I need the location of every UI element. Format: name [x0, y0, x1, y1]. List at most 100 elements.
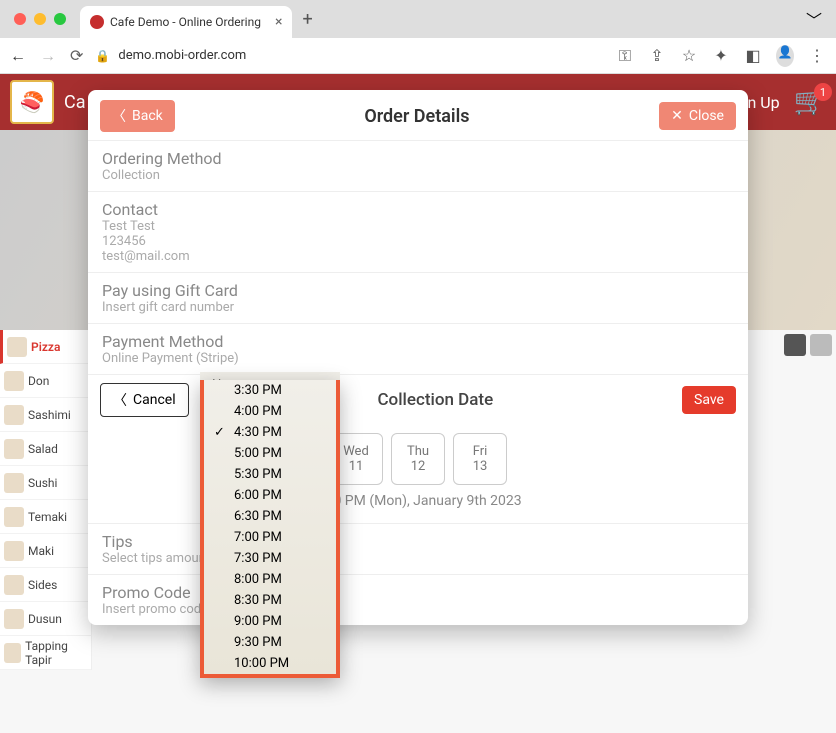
favicon-icon — [90, 15, 104, 29]
payment-method-value: Online Payment (Stripe) — [102, 351, 734, 366]
category-item[interactable]: Dusun — [0, 602, 91, 636]
category-icon — [4, 507, 24, 527]
category-icon — [4, 575, 24, 595]
header-label: Ca — [64, 92, 86, 113]
date-dow: Fri — [473, 444, 488, 459]
category-item[interactable]: Pizza — [0, 330, 91, 364]
date-dow: Thu — [407, 444, 429, 459]
window-close[interactable] — [14, 13, 26, 25]
bookmark-icon[interactable]: ☆ — [680, 46, 698, 65]
gift-card-label: Pay using Gift Card — [102, 281, 734, 300]
payment-method-label: Payment Method — [102, 332, 734, 351]
selected-datetime-display: 4:30 PM (Mon), January 9th 2023 — [88, 493, 748, 509]
category-item[interactable]: Sashimi — [0, 398, 91, 432]
category-item[interactable]: Maki — [0, 534, 91, 568]
view-list-icon[interactable] — [784, 334, 806, 356]
panel-icon[interactable]: ◧ — [744, 46, 762, 65]
close-button[interactable]: ✕ Close — [659, 102, 736, 130]
date-option[interactable]: Thu12 — [391, 433, 445, 485]
time-option[interactable]: 5:30 PM — [204, 464, 336, 485]
time-option[interactable]: 6:30 PM — [204, 506, 336, 527]
lock-icon: 🔒 — [95, 49, 110, 63]
url-field[interactable]: 🔒 demo.mobi-order.com — [95, 48, 604, 63]
time-option[interactable]: 10:00 PM — [204, 653, 336, 674]
category-icon — [4, 643, 21, 663]
tab-close-icon[interactable]: × — [275, 14, 282, 30]
nav-back-icon[interactable]: ← — [10, 46, 26, 66]
date-num: 12 — [411, 459, 426, 474]
ordering-method-label: Ordering Method — [102, 149, 734, 168]
category-icon — [4, 405, 24, 425]
category-item[interactable]: Temaki — [0, 500, 91, 534]
save-label: Save — [694, 392, 724, 408]
time-option[interactable]: 4:30 PM — [204, 422, 336, 443]
category-item[interactable]: Sushi — [0, 466, 91, 500]
new-tab-button[interactable]: + — [302, 9, 312, 30]
back-button[interactable]: 〈 Back — [100, 100, 175, 132]
gift-card-value: Insert gift card number — [102, 300, 734, 315]
date-num: 13 — [473, 459, 488, 474]
category-item[interactable]: Tapping Tapir — [0, 636, 91, 670]
category-icon — [4, 473, 24, 493]
browser-tab[interactable]: Cafe Demo - Online Ordering × — [80, 6, 292, 38]
chevron-left-icon: 〈 — [113, 390, 127, 410]
window-maximize[interactable] — [54, 13, 66, 25]
date-option[interactable]: Fri13 — [453, 433, 507, 485]
menu-icon[interactable]: ⋮ — [808, 46, 826, 65]
category-item[interactable]: Don — [0, 364, 91, 398]
cancel-button[interactable]: 〈 Cancel — [100, 383, 189, 417]
chevron-left-icon: 〈 — [112, 106, 126, 126]
time-option[interactable]: 8:00 PM — [204, 569, 336, 590]
extensions-icon[interactable]: ✦ — [712, 46, 730, 65]
category-label: Temaki — [28, 510, 67, 524]
brand-logo[interactable]: 🍣 — [10, 80, 54, 124]
time-option[interactable]: 8:30 PM — [204, 590, 336, 611]
close-label: Close — [689, 108, 724, 124]
promo-code-value: Insert promo code — [102, 602, 734, 617]
promo-code-label: Promo Code — [102, 583, 734, 602]
window-minimize[interactable] — [34, 13, 46, 25]
key-icon[interactable]: ⚿ — [616, 46, 634, 66]
tips-value: Select tips amount — [102, 551, 734, 566]
profile-avatar[interactable]: 👤 — [776, 45, 794, 67]
view-grid-icon[interactable] — [810, 334, 832, 356]
tab-title: Cafe Demo - Online Ordering — [110, 15, 261, 29]
back-label: Back — [132, 108, 163, 124]
nav-reload-icon[interactable]: ⟳ — [70, 46, 83, 66]
tips-label: Tips — [102, 532, 734, 551]
contact-label: Contact — [102, 200, 734, 219]
category-label: Pizza — [31, 340, 60, 354]
category-label: Sashimi — [28, 408, 71, 422]
save-button[interactable]: Save — [682, 386, 736, 414]
category-icon — [4, 439, 24, 459]
nav-forward-icon: → — [40, 46, 56, 66]
cart-icon[interactable]: 🛒 1 — [794, 87, 826, 117]
category-item[interactable]: Sides — [0, 568, 91, 602]
time-option[interactable]: 7:30 PM — [204, 548, 336, 569]
category-label: Sushi — [28, 476, 57, 490]
time-option[interactable]: 5:00 PM — [204, 443, 336, 464]
collection-date-heading: Collection Date — [377, 390, 493, 410]
date-dow: Wed — [343, 444, 369, 459]
time-option[interactable]: 9:00 PM — [204, 611, 336, 632]
time-option[interactable]: 7:00 PM — [204, 527, 336, 548]
cancel-label: Cancel — [133, 392, 176, 408]
contact-phone: 123456 — [102, 234, 734, 249]
url-text: demo.mobi-order.com — [118, 48, 246, 63]
time-option[interactable]: 4:00 PM — [204, 401, 336, 422]
share-icon[interactable]: ⇪ — [648, 46, 666, 65]
category-icon — [4, 541, 24, 561]
time-option[interactable]: 6:00 PM — [204, 485, 336, 506]
time-option[interactable]: 3:30 PM — [204, 380, 336, 401]
tab-overflow-icon[interactable]: ﹀ — [806, 7, 822, 31]
ordering-method-value: Collection — [102, 168, 734, 183]
category-label: Don — [28, 374, 49, 388]
time-option[interactable]: 9:30 PM — [204, 632, 336, 653]
cart-badge: 1 — [814, 83, 832, 101]
category-item[interactable]: Salad — [0, 432, 91, 466]
close-icon: ✕ — [671, 108, 683, 124]
category-sidebar: Pizza Don Sashimi Salad Sushi Temaki MakiSides… — [0, 330, 92, 670]
time-dropdown[interactable]: 3:30 PM4:00 PM4:30 PM5:00 PM5:30 PM6:00 … — [200, 380, 340, 678]
contact-name: Test Test — [102, 219, 734, 234]
address-bar: ← → ⟳ 🔒 demo.mobi-order.com ⚿ ⇪ ☆ ✦ ◧ 👤 … — [0, 38, 836, 74]
